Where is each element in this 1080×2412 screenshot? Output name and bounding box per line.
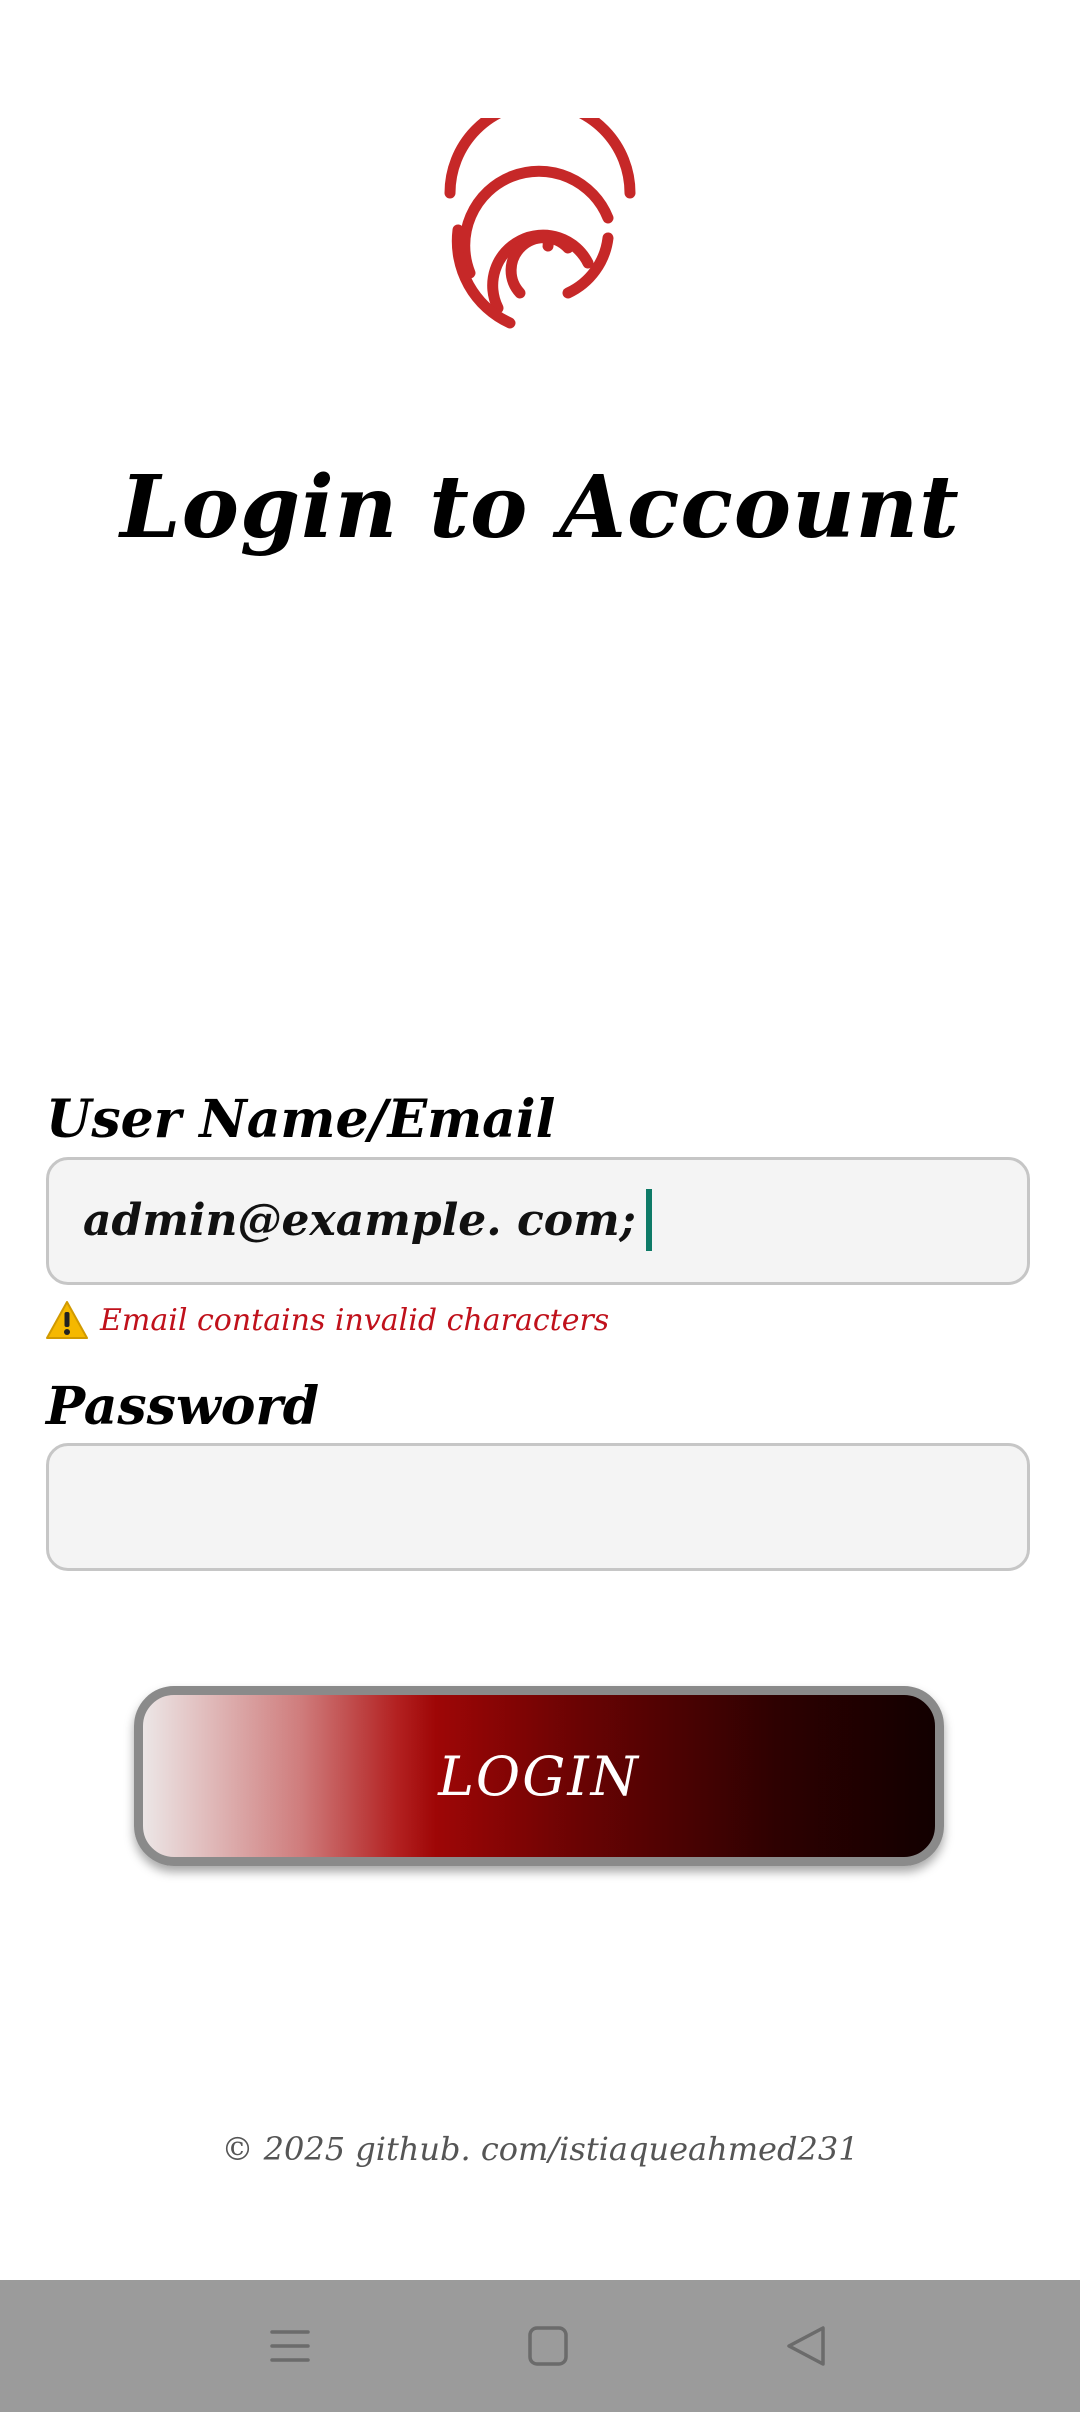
password-field[interactable]: [46, 1443, 1030, 1571]
home-square-icon[interactable]: [508, 2306, 588, 2386]
system-navigation-bar: [0, 2280, 1080, 2412]
email-error: Email contains invalid characters: [46, 1296, 609, 1344]
login-button-label: LOGIN: [438, 1744, 640, 1808]
email-error-text: Email contains invalid characters: [100, 1302, 610, 1338]
email-field[interactable]: admin@example. com;: [46, 1157, 1030, 1285]
login-button[interactable]: LOGIN: [134, 1686, 944, 1866]
password-label: Password: [46, 1376, 320, 1437]
email-value[interactable]: admin@example. com;: [83, 1160, 652, 1282]
fingerprint-icon: [444, 118, 636, 329]
text-caret: [645, 1188, 652, 1251]
menu-icon[interactable]: [250, 2306, 330, 2386]
page-title: Login to Account: [120, 457, 960, 558]
warning-icon: [46, 1301, 88, 1339]
email-text: admin@example. com;: [83, 1195, 636, 1246]
email-label: User Name/Email: [46, 1089, 556, 1150]
back-triangle-icon[interactable]: [766, 2306, 846, 2386]
footer-copyright: © 2025 github. com/istiaqueahmed231: [221, 2130, 859, 2168]
